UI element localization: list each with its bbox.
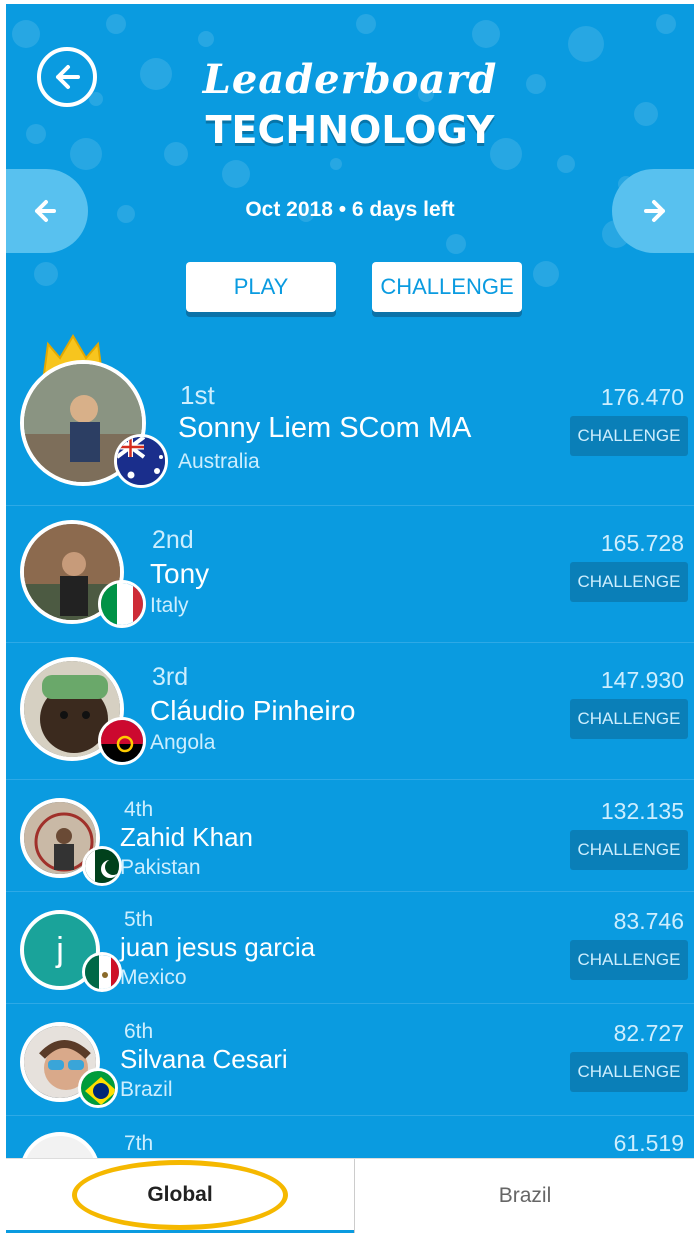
tab-brazil[interactable]: Brazil (354, 1159, 694, 1233)
play-button[interactable]: PLAY (186, 262, 336, 312)
flag-icon (114, 434, 168, 488)
score-value: 132.135 (600, 798, 684, 824)
score-value: 61.519 (613, 1130, 684, 1156)
flag-icon (98, 580, 146, 628)
score-value: 147.930 (600, 667, 684, 693)
player-name: juan jesus garcia (120, 932, 316, 962)
player-name: Zahid Khan (120, 822, 253, 852)
country-label: Australia (178, 450, 260, 473)
player-name: Silvana Cesari (120, 1044, 288, 1074)
score-value: 83.746 (613, 908, 684, 934)
list-item[interactable]: j 5th juan jesus garcia Mexico 83.746 CH… (6, 892, 694, 1004)
country-label: Angola (150, 731, 216, 754)
avatar-letter: j (56, 930, 64, 969)
rank-label: 4th (124, 798, 154, 821)
player-name: Tony (150, 558, 210, 589)
bubble-background (12, 14, 676, 293)
player-name: Sonny Liem SCom MA (178, 412, 472, 444)
rank-label: 5th (124, 908, 154, 931)
rank-label: 1st (180, 380, 215, 410)
country-label: Brazil (120, 1078, 173, 1101)
challenge-button[interactable]: CHALLENGE (372, 262, 522, 312)
challenge-player-button[interactable]: CHALLENGE (570, 699, 688, 739)
list-item[interactable]: 6th Silvana Cesari Brazil 82.727 CHALLEN… (6, 1004, 694, 1116)
leaderboard-title: Leaderboard (202, 56, 498, 103)
rank-label: 7th (124, 1132, 154, 1155)
rank-label: 2nd (152, 526, 194, 554)
score-value: 176.470 (600, 384, 684, 410)
list-item[interactable]: 3rd Cláudio Pinheiro Angola 147.930 CHAL… (6, 643, 694, 780)
flag-icon (98, 717, 146, 765)
period-info: Oct 2018 • 6 days left (245, 198, 455, 221)
challenge-player-button[interactable]: CHALLENGE (570, 940, 688, 980)
rank-label: 6th (124, 1020, 154, 1043)
flag-icon (82, 846, 122, 886)
country-label: Mexico (120, 966, 187, 989)
avatar (20, 1132, 100, 1158)
list-item[interactable]: 1st Sonny Liem SCom MA Australia 176.470… (6, 334, 694, 506)
challenge-player-button[interactable]: CHALLENGE (570, 562, 688, 602)
player-name: Cláudio Pinheiro (150, 695, 356, 726)
challenge-player-button[interactable]: CHALLENGE (570, 416, 688, 456)
score-value: 165.728 (600, 530, 684, 556)
challenge-player-button[interactable]: CHALLENGE (570, 830, 688, 870)
list-item[interactable]: 2nd Tony Italy 165.728 CHALLENGE (6, 506, 694, 643)
flag-icon (82, 952, 122, 992)
highlight-ellipse (72, 1160, 288, 1230)
score-value: 82.727 (613, 1020, 684, 1046)
category-title: TECHNOLOGY (205, 108, 495, 152)
challenge-player-button[interactable]: CHALLENGE (570, 1052, 688, 1092)
rank-label: 3rd (152, 663, 189, 691)
country-label: Pakistan (120, 856, 201, 879)
leaderboard-screen: Leaderboard TECHNOLOGY Oct 2018 • 6 days… (6, 4, 694, 1158)
flag-icon (78, 1068, 118, 1108)
country-label: Italy (150, 594, 189, 617)
leaderboard-list: 1st Sonny Liem SCom MA Australia 176.470… (6, 334, 694, 1158)
list-item[interactable]: 4th Zahid Khan Pakistan 132.135 CHALLENG… (6, 780, 694, 892)
list-item[interactable]: 7th 61.519 (6, 1116, 694, 1158)
